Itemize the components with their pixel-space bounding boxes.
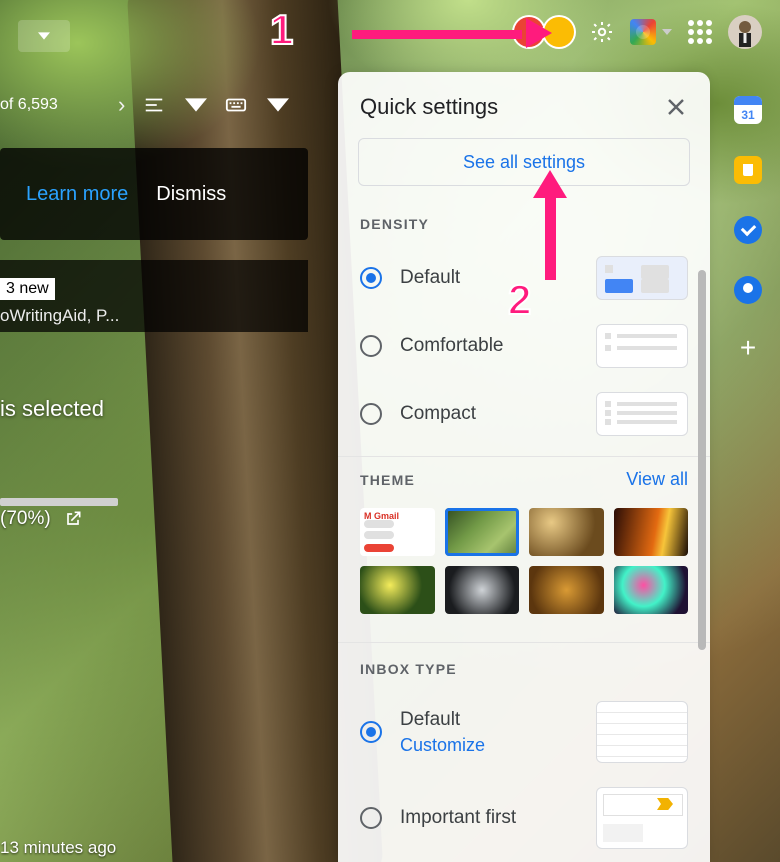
selection-status: is selected [0, 396, 104, 422]
theme-thumb-light[interactable] [360, 508, 435, 556]
notice-bar: Learn more Dismiss [0, 148, 308, 240]
chevron-down-icon[interactable] [185, 94, 207, 116]
section-label-theme: THEME [360, 472, 415, 488]
theme-thumb-chess[interactable] [529, 508, 604, 556]
density-option-default[interactable]: Default [338, 244, 710, 312]
radio-icon [360, 335, 382, 357]
presence-chip[interactable] [544, 17, 574, 47]
new-badge: 3 new [0, 278, 55, 300]
theme-thumb-leaf[interactable] [360, 566, 435, 614]
calendar-app-icon[interactable] [734, 96, 762, 124]
header-dropdown[interactable] [18, 20, 70, 52]
radio-icon [360, 267, 382, 289]
inbox-preview [596, 787, 688, 849]
dismiss-button[interactable]: Dismiss [156, 183, 226, 206]
theme-thumb-lava[interactable] [614, 508, 689, 556]
chevron-down-icon[interactable] [267, 94, 289, 116]
section-label-inbox: INBOX TYPE [338, 651, 710, 689]
density-option-compact[interactable]: Compact [338, 380, 710, 448]
presence-chip[interactable] [514, 17, 544, 47]
toolbar-nav: › [118, 92, 289, 118]
option-label: Comfortable [400, 335, 578, 357]
percent-label: (70%) [0, 508, 83, 530]
close-button[interactable] [664, 95, 688, 119]
inbox-option-important[interactable]: Important first [338, 775, 710, 861]
account-avatar[interactable] [728, 15, 762, 49]
keyboard-icon[interactable] [225, 93, 249, 117]
truncated-text: oWritingAid, P... [0, 306, 119, 326]
theme-thumb-bokeh[interactable] [614, 566, 689, 614]
chevron-down-icon [38, 30, 50, 42]
radio-icon [360, 721, 382, 743]
option-label: Important first [400, 807, 578, 829]
quick-settings-panel: Quick settings See all settings DENSITY … [338, 72, 710, 862]
density-preview [596, 324, 688, 368]
keep-app-icon[interactable] [734, 156, 762, 184]
option-label: Compact [400, 403, 578, 425]
google-apps-icon[interactable] [688, 20, 712, 44]
side-panel: + [728, 96, 768, 364]
theme-view-all-link[interactable]: View all [626, 469, 688, 490]
theme-thumb-spheres[interactable] [445, 566, 520, 614]
inbox-preview [596, 701, 688, 763]
panel-title: Quick settings [360, 94, 498, 120]
density-option-comfortable[interactable]: Comfortable [338, 312, 710, 380]
density-preview [596, 392, 688, 436]
radio-icon [360, 807, 382, 829]
option-label: Default [400, 709, 578, 731]
timestamp: 13 minutes ago [0, 838, 116, 858]
settings-gear-icon[interactable] [590, 20, 614, 44]
radio-icon [360, 403, 382, 425]
google-logo-icon[interactable] [630, 19, 656, 45]
customize-link[interactable]: Customize [400, 735, 578, 756]
add-app-icon[interactable]: + [734, 336, 762, 364]
chevron-right-icon[interactable]: › [118, 92, 125, 118]
open-in-new-icon[interactable] [63, 509, 83, 529]
close-icon [664, 95, 688, 119]
text-align-icon[interactable] [143, 93, 167, 117]
theme-grid [338, 502, 710, 634]
progress-bar [0, 498, 118, 506]
contacts-app-icon[interactable] [734, 276, 762, 304]
scrollbar[interactable] [698, 270, 706, 650]
chevron-down-icon [662, 29, 672, 35]
theme-thumb-autumn[interactable] [529, 566, 604, 614]
app-header [0, 0, 780, 64]
see-all-settings-button[interactable]: See all settings [358, 138, 690, 186]
pagination-count: of 6,593 [0, 96, 58, 114]
option-label: Default [400, 267, 578, 289]
learn-more-link[interactable]: Learn more [26, 183, 128, 206]
section-label-density: DENSITY [338, 206, 710, 244]
density-preview [596, 256, 688, 300]
tasks-app-icon[interactable] [734, 216, 762, 244]
inbox-option-default[interactable]: Default Customize [338, 689, 710, 775]
theme-thumb-forest[interactable] [445, 508, 520, 556]
